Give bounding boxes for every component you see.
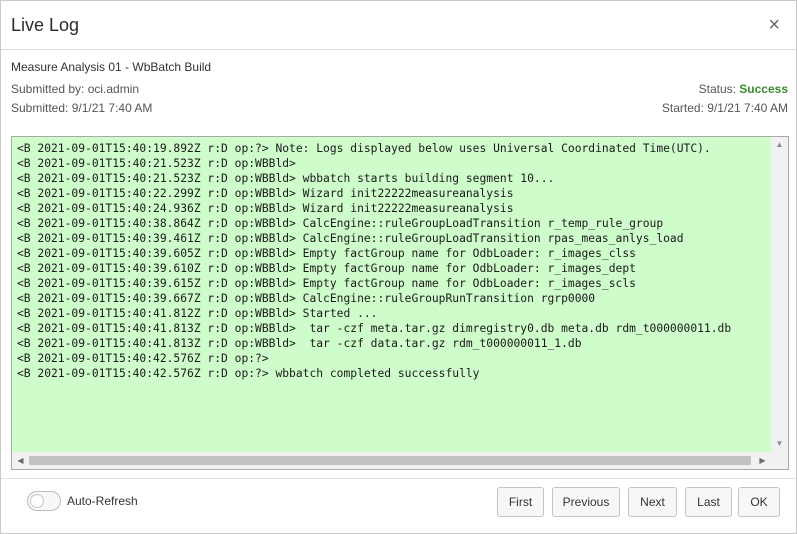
chevron-down-icon[interactable]: ▼	[771, 436, 788, 452]
auto-refresh-label: Auto-Refresh	[67, 494, 138, 508]
status-badge: Success	[739, 82, 788, 96]
toggle-knob	[30, 494, 44, 508]
close-icon[interactable]: ×	[768, 15, 780, 35]
dialog-header: Live Log ×	[1, 1, 796, 50]
first-button[interactable]: First	[497, 487, 544, 517]
log-panel[interactable]: <B 2021-09-01T15:40:19.892Z r:D op:?> No…	[11, 136, 789, 470]
log-line: <B 2021-09-01T15:40:41.813Z r:D op:WBBld…	[17, 337, 582, 350]
log-line: <B 2021-09-01T15:40:39.605Z r:D op:WBBld…	[17, 247, 636, 260]
chevron-up-icon[interactable]: ▲	[771, 137, 788, 153]
ok-button[interactable]: OK	[738, 487, 780, 517]
log-line: <B 2021-09-01T15:40:22.299Z r:D op:WBBld…	[17, 187, 514, 200]
log-line: <B 2021-09-01T15:40:42.576Z r:D op:?>	[17, 352, 269, 365]
status-label: Status:	[698, 82, 740, 96]
started-at: Started: 9/1/21 7:40 AM	[661, 101, 788, 115]
horizontal-scrollbar[interactable]: ◀ ▶	[12, 452, 771, 469]
live-log-dialog: Live Log × Measure Analysis 01 - WbBatch…	[0, 0, 797, 534]
dialog-title: Live Log	[11, 15, 80, 35]
chevron-right-icon[interactable]: ▶	[754, 452, 771, 469]
horizontal-scroll-thumb[interactable]	[29, 456, 751, 465]
log-line: <B 2021-09-01T15:40:38.864Z r:D op:WBBld…	[17, 217, 664, 230]
log-line: <B 2021-09-01T15:40:24.936Z r:D op:WBBld…	[17, 202, 514, 215]
log-line: <B 2021-09-01T15:40:42.576Z r:D op:?> wb…	[17, 367, 480, 380]
vertical-scrollbar[interactable]: ▲ ▼	[771, 137, 788, 452]
chevron-left-icon[interactable]: ◀	[12, 452, 29, 469]
previous-button[interactable]: Previous	[552, 487, 620, 517]
next-button[interactable]: Next	[628, 487, 677, 517]
log-line: <B 2021-09-01T15:40:39.615Z r:D op:WBBld…	[17, 277, 636, 290]
status-text: Status: Success	[699, 82, 788, 96]
log-line: <B 2021-09-01T15:40:39.461Z r:D op:WBBld…	[17, 232, 684, 245]
last-button[interactable]: Last	[685, 487, 732, 517]
scrollbar-corner	[771, 452, 788, 469]
submitted-at: Submitted: 9/1/21 7:40 AM	[11, 101, 153, 115]
log-line: <B 2021-09-01T15:40:19.892Z r:D op:?> No…	[17, 142, 711, 155]
log-line: <B 2021-09-01T15:40:21.523Z r:D op:WBBld…	[17, 172, 555, 185]
submitted-by: Submitted by: oci.admin	[11, 82, 140, 96]
log-line: <B 2021-09-01T15:40:21.523Z r:D op:WBBld…	[17, 157, 296, 170]
auto-refresh-toggle[interactable]	[27, 491, 61, 511]
job-name: Measure Analysis 01 - WbBatch Build	[11, 60, 212, 74]
log-text: <B 2021-09-01T15:40:19.892Z r:D op:?> No…	[17, 141, 766, 451]
log-line: <B 2021-09-01T15:40:39.610Z r:D op:WBBld…	[17, 262, 636, 275]
log-line: <B 2021-09-01T15:40:41.812Z r:D op:WBBld…	[17, 307, 378, 320]
log-line: <B 2021-09-01T15:40:39.667Z r:D op:WBBld…	[17, 292, 596, 305]
log-line: <B 2021-09-01T15:40:41.813Z r:D op:WBBld…	[17, 322, 732, 335]
